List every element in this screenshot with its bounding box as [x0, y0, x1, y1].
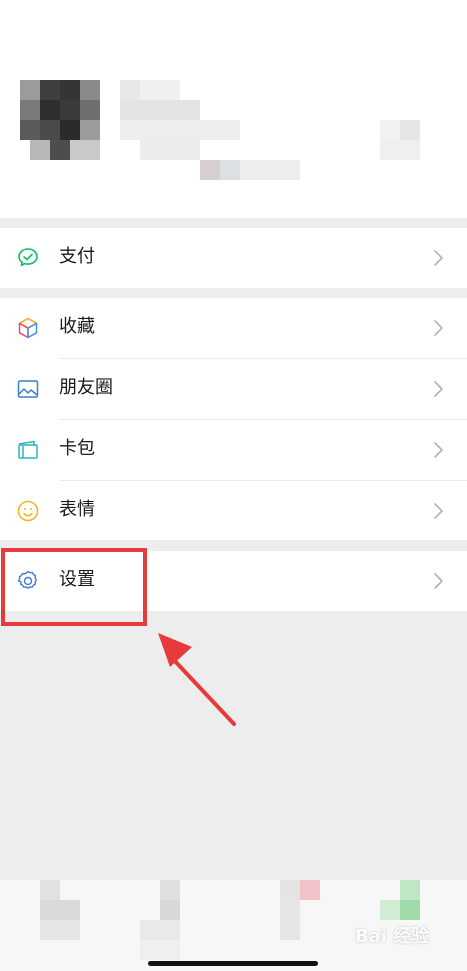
tab-discover-blurred[interactable]	[280, 880, 320, 940]
menu-item-stickers[interactable]: 表情	[0, 481, 467, 541]
chevron-right-icon	[434, 320, 443, 336]
chevron-right-icon	[434, 250, 443, 266]
smiley-icon	[17, 500, 39, 522]
qr-code-blurred[interactable]	[380, 120, 440, 160]
services-section: 收藏 朋友圈 卡包 表情	[0, 298, 467, 540]
tab-chats-blurred[interactable]	[40, 880, 80, 940]
profile-header[interactable]	[0, 0, 467, 218]
wechat-pay-icon	[18, 248, 38, 267]
pay-section: 支付	[0, 228, 467, 288]
menu-label-stickers: 表情	[59, 499, 95, 520]
image-icon	[17, 380, 39, 398]
tab-contacts-blurred[interactable]	[140, 880, 180, 971]
chevron-right-icon	[434, 381, 443, 397]
chevron-right-icon	[434, 573, 443, 589]
menu-label-favorites: 收藏	[59, 316, 95, 337]
menu-item-pay[interactable]: 支付	[0, 228, 467, 288]
menu-item-moments[interactable]: 朋友圈	[0, 359, 467, 419]
watermark: Bai 经验	[355, 926, 430, 947]
annotation-arrow	[158, 633, 236, 726]
avatar[interactable]	[20, 80, 100, 160]
chevron-right-icon	[434, 442, 443, 458]
chevron-right-icon	[434, 503, 443, 519]
menu-item-favorites[interactable]: 收藏	[0, 298, 467, 358]
menu-label-cards: 卡包	[59, 438, 95, 459]
card-icon	[18, 440, 38, 459]
cube-icon	[18, 317, 38, 339]
menu-item-cards[interactable]: 卡包	[0, 420, 467, 480]
highlight-box	[1, 548, 147, 626]
menu-label-pay: 支付	[59, 246, 95, 267]
profile-name-blurred	[120, 80, 320, 180]
home-indicator	[148, 961, 318, 966]
menu-label-moments: 朋友圈	[59, 377, 113, 398]
